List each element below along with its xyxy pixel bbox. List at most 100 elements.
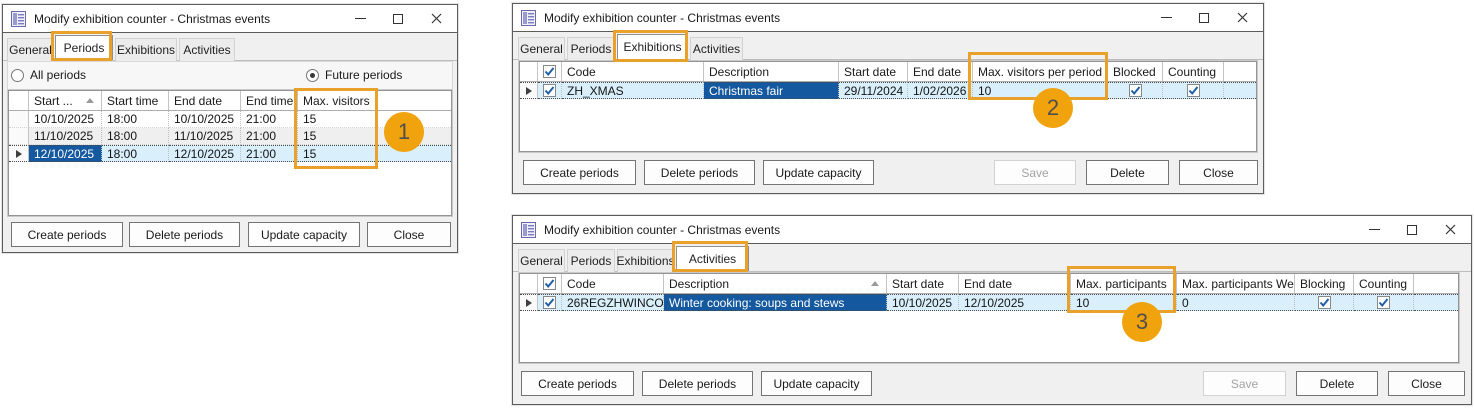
row-selector[interactable] [9, 145, 29, 162]
update-capacity-button[interactable]: Update capacity [761, 371, 872, 396]
header-start-date[interactable]: Start ... [29, 91, 102, 110]
cell-start-date[interactable]: 29/11/2024 [839, 82, 908, 99]
cell-end-date[interactable]: 1/02/2026 [908, 82, 973, 99]
row-selector[interactable] [520, 82, 538, 99]
sort-ascending-icon [86, 98, 94, 103]
maximize-button[interactable] [1185, 4, 1223, 31]
tab-general[interactable]: General [518, 37, 565, 60]
delete-button[interactable]: Delete [1296, 371, 1378, 396]
header-start-date[interactable]: Start date [887, 274, 959, 293]
radio-selected-icon [306, 69, 319, 82]
header-end-date[interactable]: End date [169, 91, 241, 110]
table-row-selected[interactable]: 12/10/2025 18:00 12/10/2025 21:00 15 [9, 145, 451, 162]
tab-exhibitions[interactable]: Exhibitions [115, 38, 177, 61]
header-end-time[interactable]: End time [241, 91, 298, 110]
cell-description[interactable]: Christmas fair [704, 82, 839, 99]
cell-blocked[interactable] [1108, 82, 1163, 99]
close-button[interactable] [1223, 4, 1261, 31]
cell-counting[interactable] [1354, 294, 1414, 311]
cell-start-date[interactable]: 11/10/2025 [29, 128, 102, 145]
cell-blocking[interactable] [1295, 294, 1354, 311]
close-button[interactable] [1431, 216, 1469, 243]
minimize-button[interactable] [1147, 4, 1185, 31]
close-button[interactable] [417, 5, 455, 32]
cell-code[interactable]: ZH_XMAS [562, 82, 704, 99]
tab-general[interactable]: General [7, 38, 54, 61]
maximize-button[interactable] [379, 5, 417, 32]
tab-activities[interactable]: Activities [690, 37, 743, 60]
row-selector[interactable] [9, 111, 29, 128]
header-description[interactable]: Description [704, 62, 839, 81]
cell-start-date[interactable]: 10/10/2025 [29, 111, 102, 128]
cell-filler [1224, 82, 1256, 99]
cell-end-time[interactable]: 21:00 [241, 128, 298, 145]
header-start-date[interactable]: Start date [839, 62, 908, 81]
cell-start-date[interactable]: 10/10/2025 [887, 294, 959, 311]
header-blocked[interactable]: Blocked [1108, 62, 1163, 81]
table-row-selected[interactable]: 26REGZHWINCO... Winter cooking: soups an… [520, 294, 1458, 311]
delete-periods-button[interactable]: Delete periods [644, 160, 755, 185]
create-periods-button[interactable]: Create periods [523, 160, 636, 185]
cell-start-time[interactable]: 18:00 [102, 111, 169, 128]
tab-exhibitions[interactable]: Exhibitions [617, 249, 674, 272]
cell-start-date[interactable]: 12/10/2025 [29, 145, 102, 162]
header-end-date[interactable]: End date [908, 62, 973, 81]
table-row-selected[interactable]: ZH_XMAS Christmas fair 29/11/2024 1/02/2… [520, 82, 1256, 99]
minimize-button[interactable] [341, 5, 379, 32]
minimize-icon [355, 18, 366, 19]
cell-end-date[interactable]: 10/10/2025 [169, 111, 241, 128]
checkbox-checked-icon [1187, 84, 1200, 97]
maximize-button[interactable] [1393, 216, 1431, 243]
cell-checkbox[interactable] [538, 82, 562, 99]
cell-end-time[interactable]: 21:00 [241, 145, 298, 162]
header-start-time[interactable]: Start time [102, 91, 169, 110]
update-capacity-button[interactable]: Update capacity [248, 222, 360, 247]
cell-max-participants-web[interactable]: 0 [1177, 294, 1295, 311]
titlebar[interactable]: Modify exhibition counter - Christmas ev… [513, 216, 1471, 244]
cell-counting[interactable] [1163, 82, 1224, 99]
annotation-badge-1: 1 [384, 112, 424, 152]
save-button[interactable]: Save [994, 160, 1076, 185]
window-title: Modify exhibition counter - Christmas ev… [34, 12, 270, 26]
close-dialog-button[interactable]: Close [367, 222, 451, 247]
header-blocking[interactable]: Blocking [1295, 274, 1354, 293]
cell-end-date[interactable]: 12/10/2025 [959, 294, 1071, 311]
tab-periods[interactable]: Periods [567, 37, 615, 60]
update-capacity-button[interactable]: Update capacity [763, 160, 874, 185]
tab-activities[interactable]: Activities [179, 38, 235, 61]
save-button[interactable]: Save [1203, 371, 1286, 396]
header-end-date[interactable]: End date [959, 274, 1071, 293]
titlebar[interactable]: Modify exhibition counter - Christmas ev… [513, 4, 1263, 32]
titlebar[interactable]: Modify exhibition counter - Christmas ev… [3, 5, 457, 33]
delete-periods-button[interactable]: Delete periods [642, 371, 753, 396]
header-checkbox[interactable] [538, 62, 562, 81]
cell-end-date[interactable]: 11/10/2025 [169, 128, 241, 145]
close-dialog-button[interactable]: Close [1179, 160, 1258, 185]
header-code[interactable]: Code [562, 62, 704, 81]
header-counting[interactable]: Counting [1163, 62, 1224, 81]
tab-general[interactable]: General [518, 249, 565, 272]
cell-start-time[interactable]: 18:00 [102, 128, 169, 145]
delete-periods-button[interactable]: Delete periods [129, 222, 240, 247]
radio-future-periods[interactable]: Future periods [306, 68, 402, 82]
radio-all-periods[interactable]: All periods [11, 68, 86, 82]
cell-description[interactable]: Winter cooking: soups and stews [664, 294, 887, 311]
header-counting[interactable]: Counting [1354, 274, 1414, 293]
header-max-participants-web[interactable]: Max. participants Web [1177, 274, 1295, 293]
row-selector[interactable] [520, 294, 538, 311]
cell-code[interactable]: 26REGZHWINCO... [562, 294, 664, 311]
create-periods-button[interactable]: Create periods [11, 222, 123, 247]
header-code[interactable]: Code [562, 274, 664, 293]
cell-end-time[interactable]: 21:00 [241, 111, 298, 128]
cell-start-time[interactable]: 18:00 [102, 145, 169, 162]
cell-checkbox[interactable] [538, 294, 562, 311]
create-periods-button[interactable]: Create periods [521, 371, 634, 396]
cell-end-date[interactable]: 12/10/2025 [169, 145, 241, 162]
header-description[interactable]: Description [664, 274, 887, 293]
row-selector[interactable] [9, 128, 29, 145]
delete-button[interactable]: Delete [1086, 160, 1169, 185]
minimize-button[interactable] [1355, 216, 1393, 243]
header-checkbox[interactable] [538, 274, 562, 293]
close-dialog-button[interactable]: Close [1388, 371, 1465, 396]
tab-periods[interactable]: Periods [567, 249, 615, 272]
